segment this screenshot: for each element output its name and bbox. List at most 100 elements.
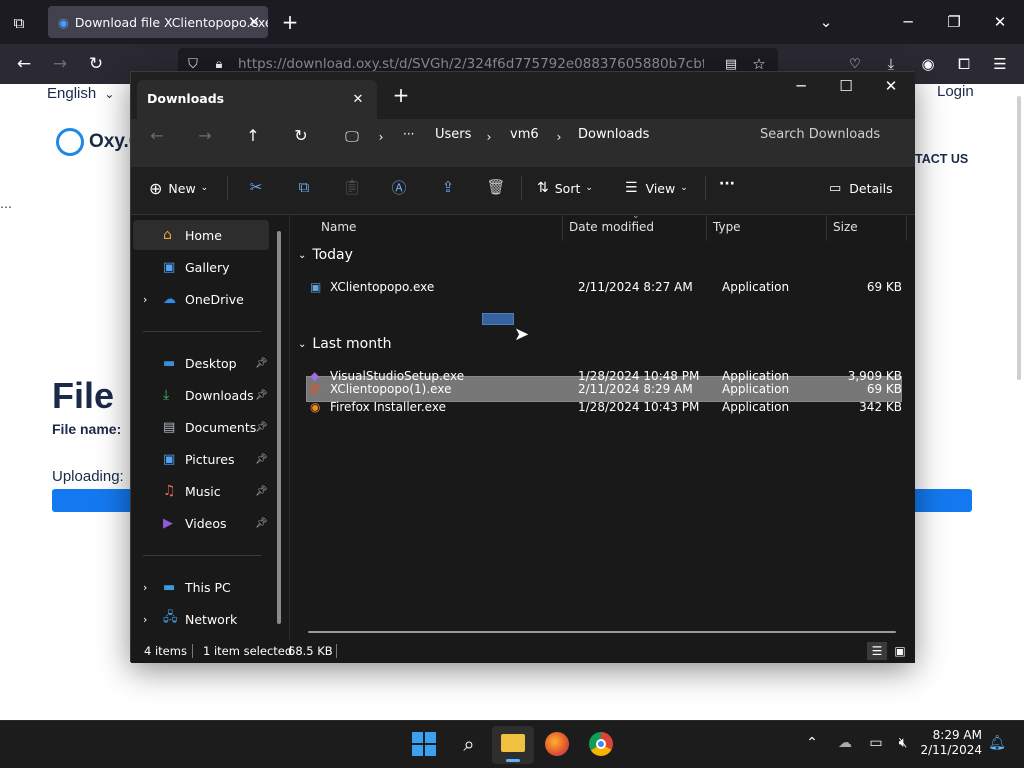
details-label: Details xyxy=(849,180,893,196)
close-explorer-tab-icon[interactable]: ✕ xyxy=(349,90,367,108)
file-type: Application xyxy=(722,369,790,383)
visual-studio-icon: ◆ xyxy=(310,369,320,383)
explorer-up-icon[interactable]: ↑ xyxy=(243,125,263,145)
taskbar-file-explorer[interactable] xyxy=(492,726,534,764)
minimize-icon[interactable]: ─ xyxy=(898,12,918,32)
breadcrumb-downloads[interactable]: Downloads xyxy=(578,127,649,142)
breadcrumb-vm6[interactable]: vm6 xyxy=(510,127,539,142)
page-scrollbar[interactable] xyxy=(1017,96,1021,380)
explorer-refresh-icon[interactable]: ↻ xyxy=(291,125,311,145)
column-divider[interactable] xyxy=(562,215,563,241)
search-icon[interactable]: ⌕ xyxy=(456,732,482,756)
large-icons-view-icon[interactable]: ▣ xyxy=(890,642,910,660)
column-divider[interactable] xyxy=(826,215,827,241)
sidebar-item-onedrive[interactable]: › ☁ OneDrive xyxy=(133,284,269,314)
login-link[interactable]: Login xyxy=(937,83,974,100)
file-row[interactable]: ▣ XClientopopo.exe 2/11/2024 8:27 AM App… xyxy=(306,274,902,300)
back-icon[interactable]: ← xyxy=(14,54,34,74)
clock[interactable]: 8:29 AM 2/11/2024 xyxy=(920,728,982,758)
status-bar: 4 items 1 item selected 68.5 KB ☰ ▣ xyxy=(131,640,915,663)
column-header-type[interactable]: Type xyxy=(713,220,741,234)
column-header-name[interactable]: Name xyxy=(321,220,356,234)
volume-muted-icon[interactable]: 🔇︎ xyxy=(893,734,913,752)
browser-tab-download[interactable]: ◉ Download file XClientopopo.exe xyxy=(48,6,268,38)
sidebar-item-downloads[interactable]: ⤓ Downloads 📌︎ xyxy=(133,380,269,410)
group-header-last-month[interactable]: ⌄ Last month xyxy=(298,336,391,352)
rename-icon[interactable]: Ⓐ xyxy=(388,176,410,198)
sort-button[interactable]: ⇅ Sort ⌄ xyxy=(537,176,593,200)
explorer-maximize-icon[interactable]: ☐ xyxy=(836,76,856,96)
file-size: 69 KB xyxy=(866,280,902,294)
share-icon[interactable]: ⇪ xyxy=(437,176,459,198)
sidebar-item-label: Desktop xyxy=(185,355,237,371)
column-divider[interactable] xyxy=(706,215,707,241)
chevron-down-icon: ⌄ xyxy=(104,87,115,101)
search-downloads-input[interactable]: Search Downloads xyxy=(746,119,912,153)
copy-icon[interactable]: ⧉ xyxy=(293,176,315,198)
sidebar-item-network[interactable]: › 🖧︎ Network xyxy=(133,604,269,634)
see-more-button[interactable]: ··· xyxy=(719,176,735,192)
new-button[interactable]: ⊕ New ⌄ xyxy=(149,176,208,200)
firefox-icon[interactable] xyxy=(545,732,569,756)
paste-icon[interactable]: 📋︎ xyxy=(341,176,363,198)
reload-icon[interactable]: ↻ xyxy=(86,54,106,74)
delete-icon[interactable]: 🗑︎ xyxy=(485,176,507,198)
notification-bell-icon[interactable]: 🔔︎ xyxy=(988,734,1006,752)
sidebar-item-videos[interactable]: ▶ Videos 📌︎ xyxy=(133,508,269,538)
sidebar-item-this-pc[interactable]: › ▬ This PC xyxy=(133,572,269,602)
details-view-icon[interactable]: ☰ xyxy=(867,642,887,660)
network-tray-icon[interactable]: ▭ xyxy=(866,734,886,752)
breadcrumb-more[interactable]: ··· xyxy=(403,127,414,141)
sidebar-item-desktop[interactable]: ▬ Desktop 📌︎ xyxy=(133,348,269,378)
breadcrumb-users[interactable]: Users xyxy=(435,127,471,142)
group-header-today[interactable]: ⌄ Today xyxy=(298,247,353,263)
expand-chevron-icon[interactable]: › xyxy=(143,613,159,626)
horizontal-scrollbar[interactable] xyxy=(308,631,896,633)
sidebar-scrollbar[interactable] xyxy=(277,231,281,624)
cloud-icon: ☁ xyxy=(163,291,176,307)
file-name-label: File name: xyxy=(52,421,122,437)
address-bar[interactable]: 🖵︎ › ··· Users › vm6 › Downloads xyxy=(331,119,737,153)
start-icon[interactable] xyxy=(412,732,436,756)
explorer-back-icon[interactable]: ← xyxy=(147,125,167,145)
chrome-icon[interactable] xyxy=(589,732,613,756)
sidebar-item-label: Network xyxy=(185,611,238,627)
sidebar-item-music[interactable]: ♫ Music 📌︎ xyxy=(133,476,269,506)
sidebar-item-gallery[interactable]: ▣ Gallery xyxy=(133,252,269,282)
explorer-minimize-icon[interactable]: ─ xyxy=(791,76,811,96)
tab-list-icon[interactable]: ⧉ xyxy=(8,12,30,34)
onedrive-tray-icon[interactable]: ☁ xyxy=(835,734,855,752)
clock-time: 8:29 AM xyxy=(932,728,982,742)
restore-icon[interactable]: ❐ xyxy=(944,12,964,32)
expand-chevron-icon[interactable]: › xyxy=(143,581,159,594)
extensions-icon[interactable]: ⧠ xyxy=(955,55,973,73)
view-button[interactable]: ☰ View ⌄ xyxy=(625,176,688,200)
column-header-date[interactable]: Date modified xyxy=(569,220,654,234)
forward-icon[interactable]: → xyxy=(50,54,70,74)
language-label: English xyxy=(47,85,97,102)
sidebar-item-pictures[interactable]: ▣ Pictures 📌︎ xyxy=(133,444,269,474)
sidebar-item-home[interactable]: ⌂ Home xyxy=(133,220,269,250)
close-window-icon[interactable]: ✕ xyxy=(990,12,1010,32)
language-selector[interactable]: English ⌄ xyxy=(47,85,114,102)
cut-icon[interactable]: ✂ xyxy=(245,176,267,198)
explorer-forward-icon[interactable]: → xyxy=(195,125,215,145)
close-tab-icon[interactable]: ✕ xyxy=(244,12,264,32)
new-tab-icon[interactable]: + xyxy=(280,10,300,34)
column-header-size[interactable]: Size xyxy=(833,220,858,234)
tab-overflow-chevron-icon[interactable]: ⌄ xyxy=(816,12,836,32)
url-text[interactable]: https://download.oxy.st/d/SVGh/2/324f6d7… xyxy=(238,56,704,72)
show-hidden-icons-chevron-icon[interactable]: ⌃ xyxy=(803,734,821,752)
sidebar-item-documents[interactable]: ▤ Documents 📌︎ xyxy=(133,412,269,442)
explorer-close-icon[interactable]: ✕ xyxy=(881,76,901,96)
menu-icon[interactable]: ☰ xyxy=(991,55,1009,73)
new-explorer-tab-icon[interactable]: + xyxy=(391,83,411,107)
details-button[interactable]: ▭ Details xyxy=(829,176,893,200)
column-divider[interactable] xyxy=(906,215,907,241)
file-row[interactable]: ◆ VisualStudioSetup.exe 1/28/2024 10:48 … xyxy=(306,363,902,389)
account-icon[interactable]: ◉ xyxy=(919,55,937,73)
expand-chevron-icon[interactable]: › xyxy=(143,293,159,306)
explorer-tab-downloads[interactable]: Downloads ✕ xyxy=(137,80,377,119)
contact-link[interactable]: TACT US xyxy=(915,152,968,166)
file-row[interactable]: ◉ Firefox Installer.exe 1/28/2024 10:43 … xyxy=(306,394,902,420)
